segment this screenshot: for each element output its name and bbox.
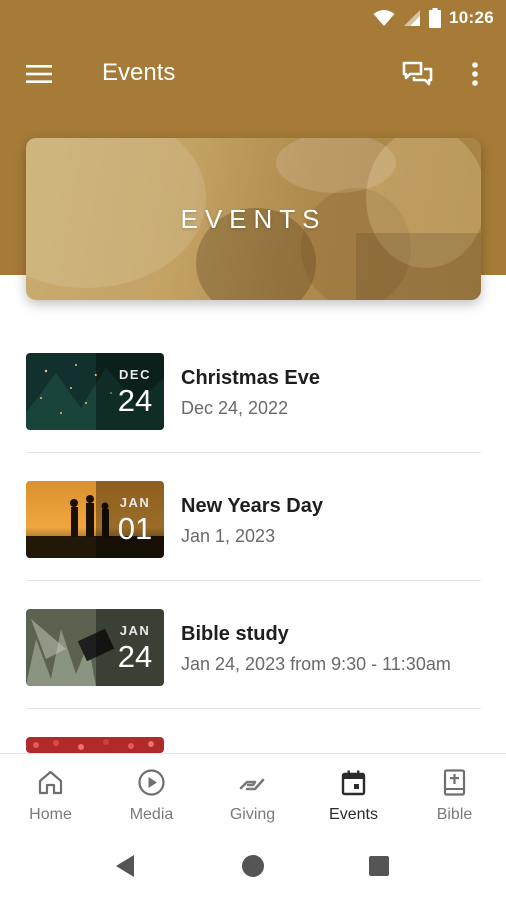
recents-square-icon xyxy=(369,856,389,876)
status-time: 10:26 xyxy=(449,8,494,27)
nav-events[interactable]: Events xyxy=(303,754,404,834)
nav-giving[interactable]: Giving xyxy=(202,754,303,834)
nav-label: Events xyxy=(329,806,378,823)
play-circle-icon xyxy=(138,769,165,796)
status-bar: 10:26 xyxy=(0,0,506,36)
event-thumbnail: JAN 24 xyxy=(26,609,164,686)
event-month: DEC xyxy=(119,367,151,382)
more-vertical-icon xyxy=(472,62,478,86)
more-options-button[interactable] xyxy=(464,58,486,92)
events-banner: EVENTS xyxy=(26,138,481,300)
home-icon xyxy=(38,770,63,795)
status-icons: 10:26 xyxy=(373,6,494,30)
event-month: JAN xyxy=(119,495,151,510)
system-navigation-bar xyxy=(0,833,506,900)
system-recents-button[interactable] xyxy=(364,851,394,881)
calendar-icon xyxy=(341,770,366,796)
app-bar: Events xyxy=(0,38,506,110)
event-date: Jan 1, 2023 xyxy=(181,526,276,546)
event-day: 01 xyxy=(117,511,153,546)
thumbnail-image xyxy=(26,737,164,753)
back-triangle-icon xyxy=(116,855,134,877)
menu-button[interactable] xyxy=(24,62,54,86)
banner-title: EVENTS xyxy=(180,203,327,234)
event-day: 24 xyxy=(117,639,153,674)
event-item-christmas-eve[interactable]: DEC 24 Christmas Eve Dec 24, 2022 xyxy=(0,325,506,453)
bible-icon xyxy=(443,769,466,796)
nav-label: Giving xyxy=(229,806,276,823)
event-date: Jan 24, 2023 from 9:30 - 11:30am xyxy=(181,654,451,674)
nav-label: Home xyxy=(29,806,72,823)
event-day: 24 xyxy=(117,383,153,418)
signal-icon xyxy=(404,10,421,26)
bottom-navigation: Home Media Giving Events Bible xyxy=(0,753,506,834)
nav-label: Media xyxy=(129,806,174,823)
page-title: Events xyxy=(102,59,176,86)
event-name: Christmas Eve xyxy=(181,367,320,389)
nav-label: Bible xyxy=(436,806,473,823)
event-name: New Years Day xyxy=(181,495,323,517)
event-date: Dec 24, 2022 xyxy=(181,398,289,418)
event-thumbnail: DEC 24 xyxy=(26,353,164,430)
nav-home[interactable]: Home xyxy=(0,754,101,834)
home-circle-icon xyxy=(242,855,264,877)
wifi-icon xyxy=(373,10,395,26)
event-thumbnail xyxy=(26,737,164,753)
system-home-button[interactable] xyxy=(238,851,268,881)
event-month: JAN xyxy=(119,623,151,638)
hamburger-menu-icon xyxy=(26,65,52,83)
event-name: Bible study xyxy=(181,623,289,645)
chat-button[interactable] xyxy=(400,58,434,92)
giving-hand-icon xyxy=(239,778,265,791)
event-item-bible-study[interactable]: JAN 24 Bible study Jan 24, 2023 from 9:3… xyxy=(0,581,506,709)
event-item-new-years-day[interactable]: JAN 01 New Years Day Jan 1, 2023 xyxy=(0,453,506,581)
event-thumbnail: JAN 01 xyxy=(26,481,164,558)
chat-icon xyxy=(402,61,433,86)
battery-icon xyxy=(429,8,442,28)
nav-media[interactable]: Media xyxy=(101,754,202,834)
event-item-partial[interactable] xyxy=(0,709,506,753)
nav-bible[interactable]: Bible xyxy=(404,754,505,834)
system-back-button[interactable] xyxy=(111,851,141,881)
